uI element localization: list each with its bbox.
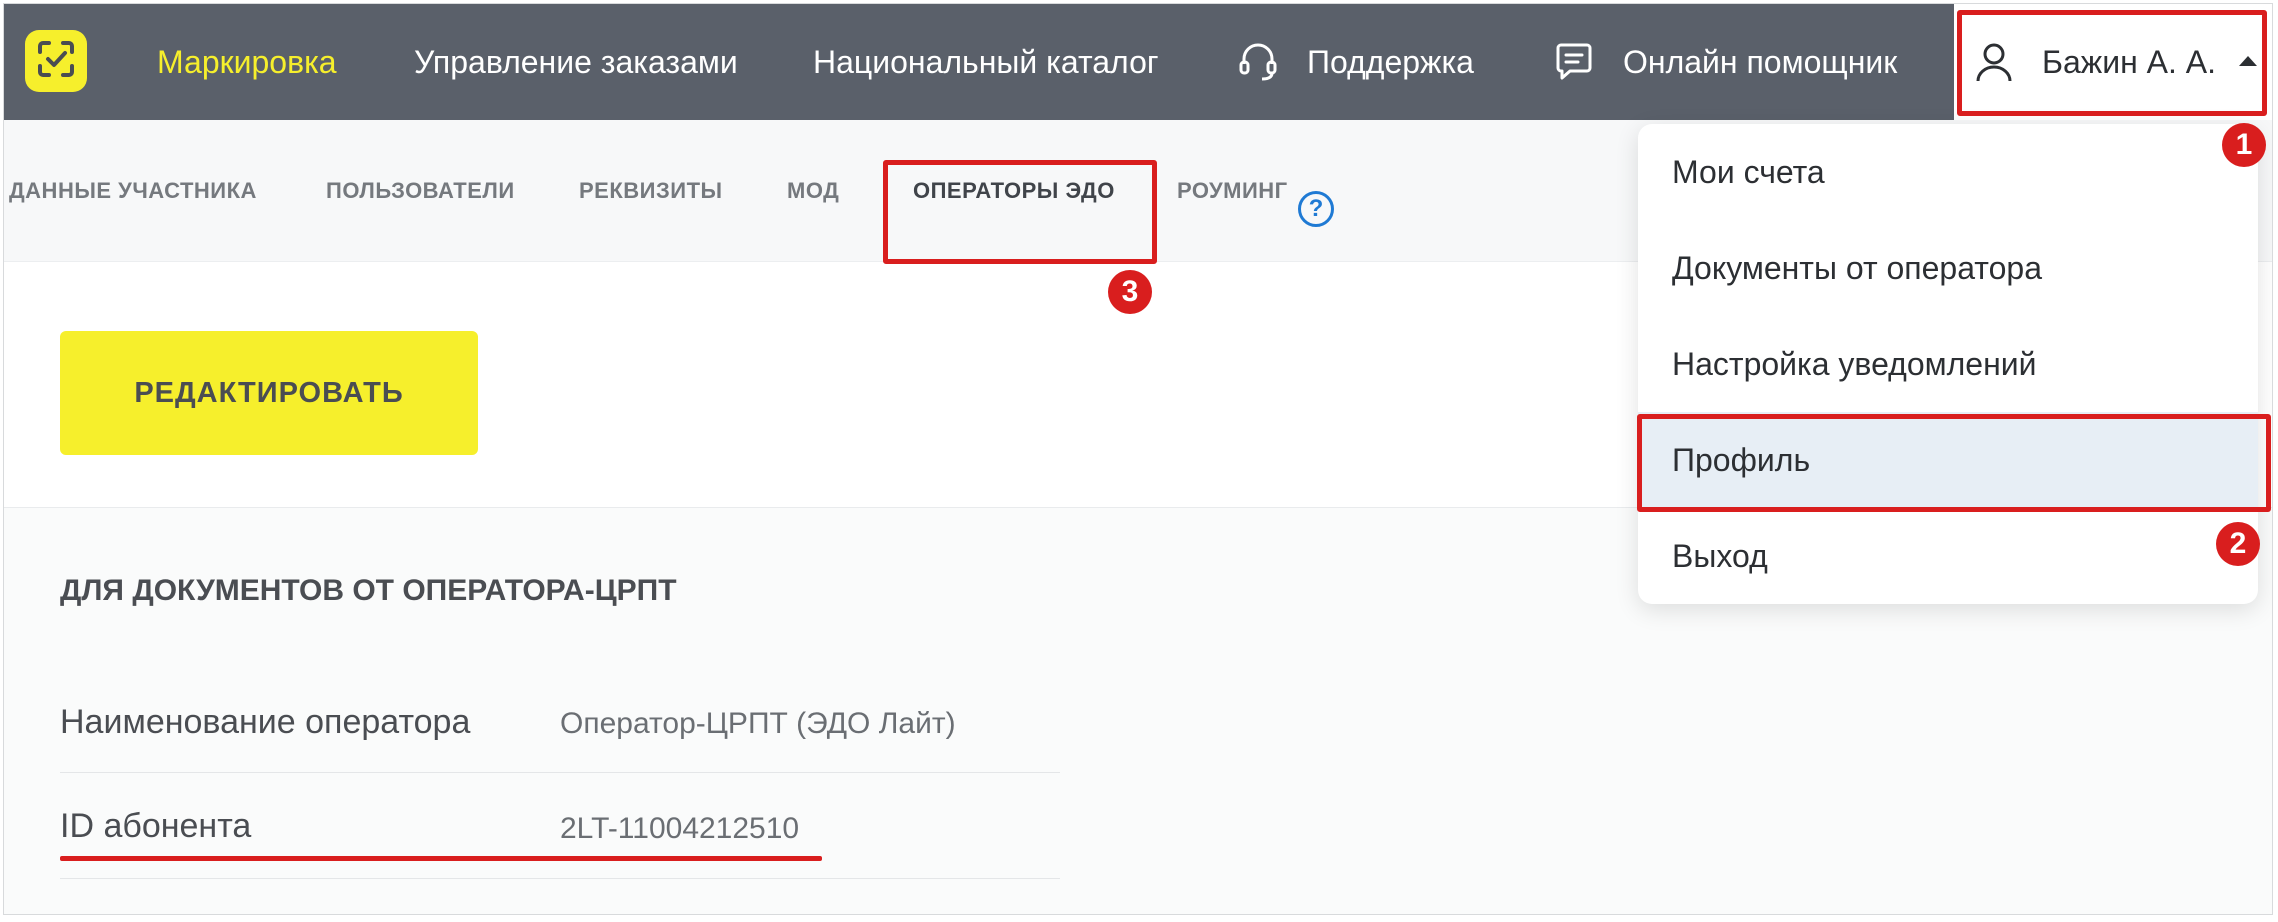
subscriber-id-label: ID абонента	[60, 807, 252, 845]
chat-icon[interactable]	[1552, 40, 1596, 89]
section-title: ДЛЯ ДОКУМЕНТОВ ОТ ОПЕРАТОРА-ЦРПТ	[60, 574, 677, 607]
tab-roaming[interactable]: РОУМИНГ	[1177, 120, 1288, 262]
tab-users[interactable]: ПОЛЬЗОВАТЕЛИ	[326, 120, 515, 262]
check-frame-icon	[36, 39, 76, 84]
nav-online-assistant[interactable]: Онлайн помощник	[1623, 4, 1897, 120]
app-window: Маркировка Управление заказами Националь…	[3, 3, 2273, 915]
menu-item-my-invoices[interactable]: Мои счета	[1638, 124, 2258, 220]
operator-name-value: Оператор-ЦРПТ (ЭДО Лайт)	[560, 707, 956, 740]
menu-item-notification-settings[interactable]: Настройка уведомлений	[1638, 316, 2258, 412]
highlight-edo-tab	[883, 160, 1157, 264]
headset-icon[interactable]	[1236, 40, 1280, 89]
edit-button[interactable]: РЕДАКТИРОВАТЬ	[60, 331, 478, 455]
nav-markirovka[interactable]: Маркировка	[157, 4, 337, 120]
step-badge-1: 1	[2222, 123, 2266, 167]
menu-item-operator-documents[interactable]: Документы от оператора	[1638, 220, 2258, 316]
operator-name-label: Наименование оператора	[60, 703, 471, 741]
step-badge-2: 2	[2216, 522, 2260, 566]
tab-participant-data[interactable]: ДАННЫЕ УЧАСТНИКА	[9, 120, 257, 262]
underline-subscriber-id	[60, 856, 822, 861]
subscriber-id-value: 2LT-11004212510	[560, 812, 800, 845]
nav-support[interactable]: Поддержка	[1307, 4, 1474, 120]
tab-mod[interactable]: МОД	[787, 120, 839, 262]
logo[interactable]	[25, 30, 87, 92]
highlight-profile-item	[1637, 414, 2271, 512]
nav-order-management[interactable]: Управление заказами	[414, 4, 738, 120]
user-dropdown-menu: Мои счета Документы от оператора Настрой…	[1638, 124, 2258, 604]
menu-item-logout[interactable]: Выход	[1638, 508, 2258, 604]
top-navigation-bar: Маркировка Управление заказами Националь…	[4, 4, 2272, 120]
highlight-user-menu	[1957, 10, 2267, 116]
tab-requisites[interactable]: РЕКВИЗИТЫ	[579, 120, 723, 262]
help-icon[interactable]: ?	[1298, 191, 1334, 227]
step-badge-3: 3	[1108, 270, 1152, 314]
row-divider	[60, 878, 1060, 879]
nav-national-catalog[interactable]: Национальный каталог	[813, 4, 1159, 120]
row-divider	[60, 772, 1060, 773]
